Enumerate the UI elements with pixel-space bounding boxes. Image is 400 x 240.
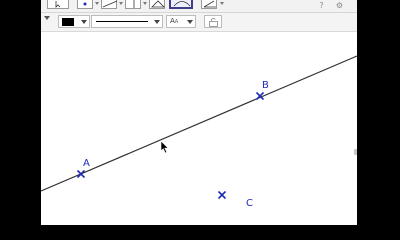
chevron-down-icon[interactable]: [119, 2, 123, 5]
point-label-B[interactable]: B: [262, 81, 269, 91]
angle-tool-button[interactable]: [201, 0, 217, 9]
label-style-button[interactable]: AA: [166, 15, 196, 28]
color-swatch: [62, 18, 74, 26]
graphics-view[interactable]: A B C: [41, 32, 357, 225]
line-AB[interactable]: [41, 55, 357, 192]
gear-icon[interactable]: ⚙: [335, 1, 344, 10]
style-bar: AA: [41, 13, 357, 32]
graphics-canvas[interactable]: [41, 32, 357, 225]
chevron-down-icon: [81, 20, 87, 24]
polygon-tool-button[interactable]: [149, 0, 165, 9]
move-tool-button[interactable]: [47, 0, 69, 9]
style-bar-toggle-icon[interactable]: [44, 16, 50, 20]
geogebra-app: ? ⚙ AA A B C: [41, 0, 357, 225]
polygon-tool-icon: [151, 0, 165, 8]
line-style-button[interactable]: [91, 15, 163, 28]
right-black-margin: [357, 0, 400, 225]
chevron-down-icon[interactable]: [95, 2, 99, 5]
mouse-pointer-icon: [160, 140, 169, 154]
perpendicular-tool-icon: [133, 0, 135, 8]
point-label-C[interactable]: C: [246, 199, 253, 209]
chevron-down-icon: [154, 20, 160, 24]
point-C-marker[interactable]: [217, 190, 227, 200]
perpendicular-tool-button[interactable]: [125, 0, 141, 9]
move-tool-icon: [55, 1, 61, 8]
lock-icon: [209, 18, 218, 27]
point-A-marker[interactable]: [76, 169, 86, 179]
angle-tool-icon: [203, 0, 216, 8]
line-tool-button[interactable]: [101, 0, 118, 9]
chevron-down-icon[interactable]: [143, 2, 147, 5]
lock-button[interactable]: [204, 15, 222, 28]
circle-tool-icon: [173, 1, 191, 7]
label-style-small-text: A: [174, 19, 179, 25]
color-picker-button[interactable]: [58, 15, 90, 28]
line-style-preview: [96, 21, 148, 22]
point-label-A[interactable]: A: [83, 159, 90, 169]
circle-tool-button[interactable]: [169, 0, 193, 9]
chevron-down-icon: [187, 20, 193, 24]
main-toolbar: ? ⚙: [41, 0, 357, 13]
point-tool-button[interactable]: [77, 0, 93, 9]
help-icon[interactable]: ?: [317, 1, 326, 10]
point-tool-icon: [83, 2, 87, 6]
line-tool-icon: [102, 0, 118, 8]
chevron-down-icon[interactable]: [220, 2, 224, 5]
